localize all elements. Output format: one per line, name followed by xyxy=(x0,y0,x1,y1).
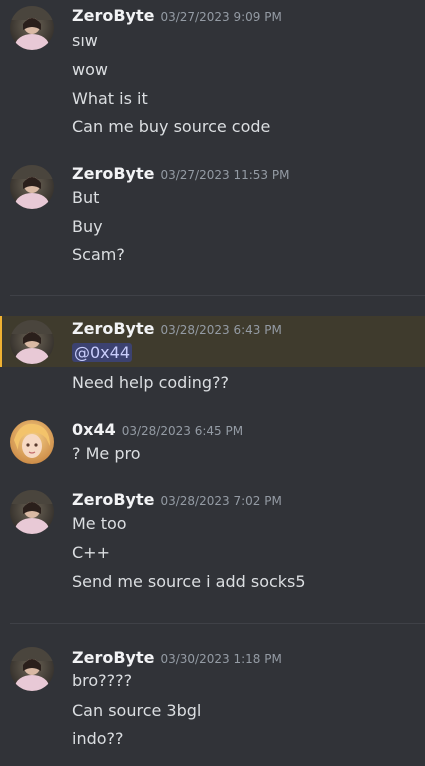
message-timestamp: 03/28/2023 7:02 PM xyxy=(160,494,282,508)
message-header: ZeroByte 03/27/2023 9:09 PM xyxy=(72,6,282,25)
message-timestamp: 03/27/2023 11:53 PM xyxy=(160,168,290,182)
message-text: But xyxy=(72,188,100,207)
user-avatar[interactable] xyxy=(10,490,54,534)
message-text: sıw xyxy=(72,31,98,50)
message-group: ZeroByte 03/27/2023 11:53 PM But Buy Scam… xyxy=(0,160,425,270)
author-name[interactable]: ZeroByte xyxy=(72,319,154,338)
author-name[interactable]: ZeroByte xyxy=(72,648,154,667)
message-group: ZeroByte 03/28/2023 7:02 PM Me too C++ Se… xyxy=(0,487,425,597)
message-text: Scam? xyxy=(72,245,125,264)
message-text: Can me buy source code xyxy=(72,117,271,136)
message-group-mentioned: ZeroByte 03/28/2023 6:43 PM @0x44 xyxy=(0,316,425,367)
message-text: @0x44 xyxy=(72,343,133,362)
author-name[interactable]: 0x44 xyxy=(72,420,116,439)
message-text: Buy xyxy=(72,217,103,236)
avatar-image xyxy=(10,320,54,364)
message-text: Need help coding?? xyxy=(72,373,230,392)
avatar-image xyxy=(10,420,54,464)
message-header: 0x44 03/28/2023 6:45 PM xyxy=(72,420,243,439)
author-name[interactable]: ZeroByte xyxy=(72,6,154,25)
date-divider xyxy=(10,295,425,296)
message-text: What is it xyxy=(72,89,148,108)
message-header: ZeroByte 03/28/2023 7:02 PM xyxy=(72,490,282,509)
message-text: indo?? xyxy=(72,729,124,748)
user-avatar[interactable] xyxy=(10,420,54,464)
message-timestamp: 03/30/2023 1:18 PM xyxy=(160,652,282,666)
author-name[interactable]: ZeroByte xyxy=(72,490,154,509)
message-text: wow xyxy=(72,60,108,79)
message-text: C++ xyxy=(72,543,110,562)
message-group: ZeroByte 03/27/2023 9:09 PM sıw wow What … xyxy=(0,0,425,145)
date-divider xyxy=(10,623,425,624)
user-avatar[interactable] xyxy=(10,165,54,209)
message-timestamp: 03/28/2023 6:43 PM xyxy=(160,323,282,337)
message-text: Send me source i add socks5 xyxy=(72,572,306,591)
avatar-image xyxy=(10,490,54,534)
message-header: ZeroByte 03/30/2023 1:18 PM xyxy=(72,648,282,667)
message-timestamp: 03/28/2023 6:45 PM xyxy=(121,424,244,438)
message-timestamp: 03/27/2023 9:09 PM xyxy=(160,10,282,24)
author-name[interactable]: ZeroByte xyxy=(72,164,154,183)
message-text: ? Me pro xyxy=(72,444,141,463)
avatar-image xyxy=(10,165,54,209)
message-group: ZeroByte 03/30/2023 1:18 PM bro???? Can s… xyxy=(0,643,425,758)
message-header: ZeroByte 03/27/2023 11:53 PM xyxy=(72,164,289,183)
user-avatar[interactable] xyxy=(10,6,54,50)
message-header: ZeroByte 03/28/2023 6:43 PM xyxy=(72,319,282,338)
avatar-image xyxy=(10,647,54,691)
message-group: 0x44 03/28/2023 6:45 PM ? Me pro xyxy=(0,415,425,470)
message-text: Can source 3bgl xyxy=(72,701,202,720)
message-text: Me too xyxy=(72,514,127,533)
user-avatar[interactable] xyxy=(10,647,54,691)
user-mention[interactable]: @0x44 xyxy=(72,343,133,362)
avatar-image xyxy=(10,6,54,50)
message-text: bro???? xyxy=(72,671,133,690)
user-avatar[interactable] xyxy=(10,320,54,364)
